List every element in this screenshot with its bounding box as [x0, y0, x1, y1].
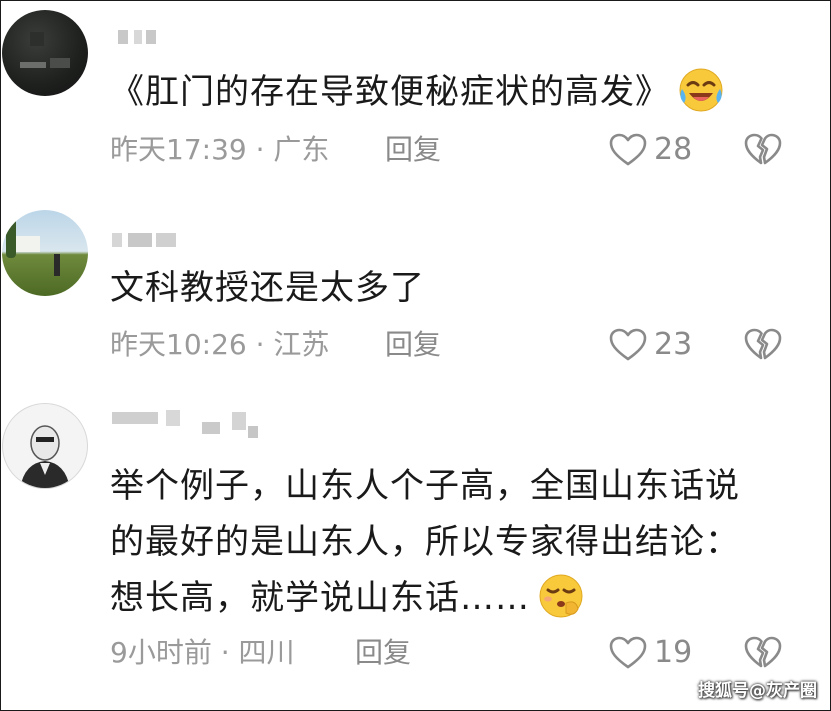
avatar[interactable] — [2, 210, 88, 296]
comment-text-line-1: 举个例子，山东人个子高，全国山东话说 — [110, 466, 740, 506]
broken-heart-icon[interactable] — [744, 328, 782, 362]
comment-text-content: 《肛门的存在导致便秘症状的高发》 — [110, 72, 670, 112]
timestamp-location: 昨天17:39 · 广东 — [110, 133, 330, 166]
comment-text-line-3: 想长高，就学说山东话…… — [110, 578, 530, 618]
timestamp-location: 昨天10:26 · 江苏 — [110, 328, 330, 361]
watermark: 搜狐号@灰产圈 — [698, 681, 817, 701]
person-silhouette-icon — [20, 425, 70, 488]
thinking-shush-emoji-icon — [539, 574, 583, 617]
like-count: 28 — [654, 132, 693, 167]
avatar[interactable] — [2, 10, 88, 96]
comment-text: 文科教授还是太多了 — [110, 262, 425, 314]
broken-heart-icon[interactable] — [744, 636, 782, 670]
reply-button[interactable]: 回复 — [385, 328, 441, 362]
comment-text-line-3-wrap: 想长高，就学说山东话…… — [110, 572, 740, 624]
timestamp-location: 9小时前 · 四川 — [110, 636, 295, 669]
heart-icon[interactable] — [609, 133, 647, 167]
like-count: 23 — [654, 327, 693, 362]
broken-heart-icon[interactable] — [744, 133, 782, 167]
laughing-crying-emoji-icon — [679, 68, 723, 111]
reply-button[interactable]: 回复 — [355, 636, 411, 670]
comment-text: 举个例子，山东人个子高，全国山东话说 的最好的是山东人，所以专家得出结论： 想长… — [110, 460, 740, 624]
comment-text-line-2: 的最好的是山东人，所以专家得出结论： — [110, 522, 740, 562]
like-count: 19 — [654, 635, 693, 670]
reply-button[interactable]: 回复 — [385, 133, 441, 167]
comment-text-content: 文科教授还是太多了 — [110, 268, 425, 308]
comment-text: 《肛门的存在导致便秘症状的高发》 — [110, 66, 724, 118]
heart-icon[interactable] — [609, 636, 647, 670]
avatar[interactable] — [2, 403, 88, 489]
heart-icon[interactable] — [609, 328, 647, 362]
